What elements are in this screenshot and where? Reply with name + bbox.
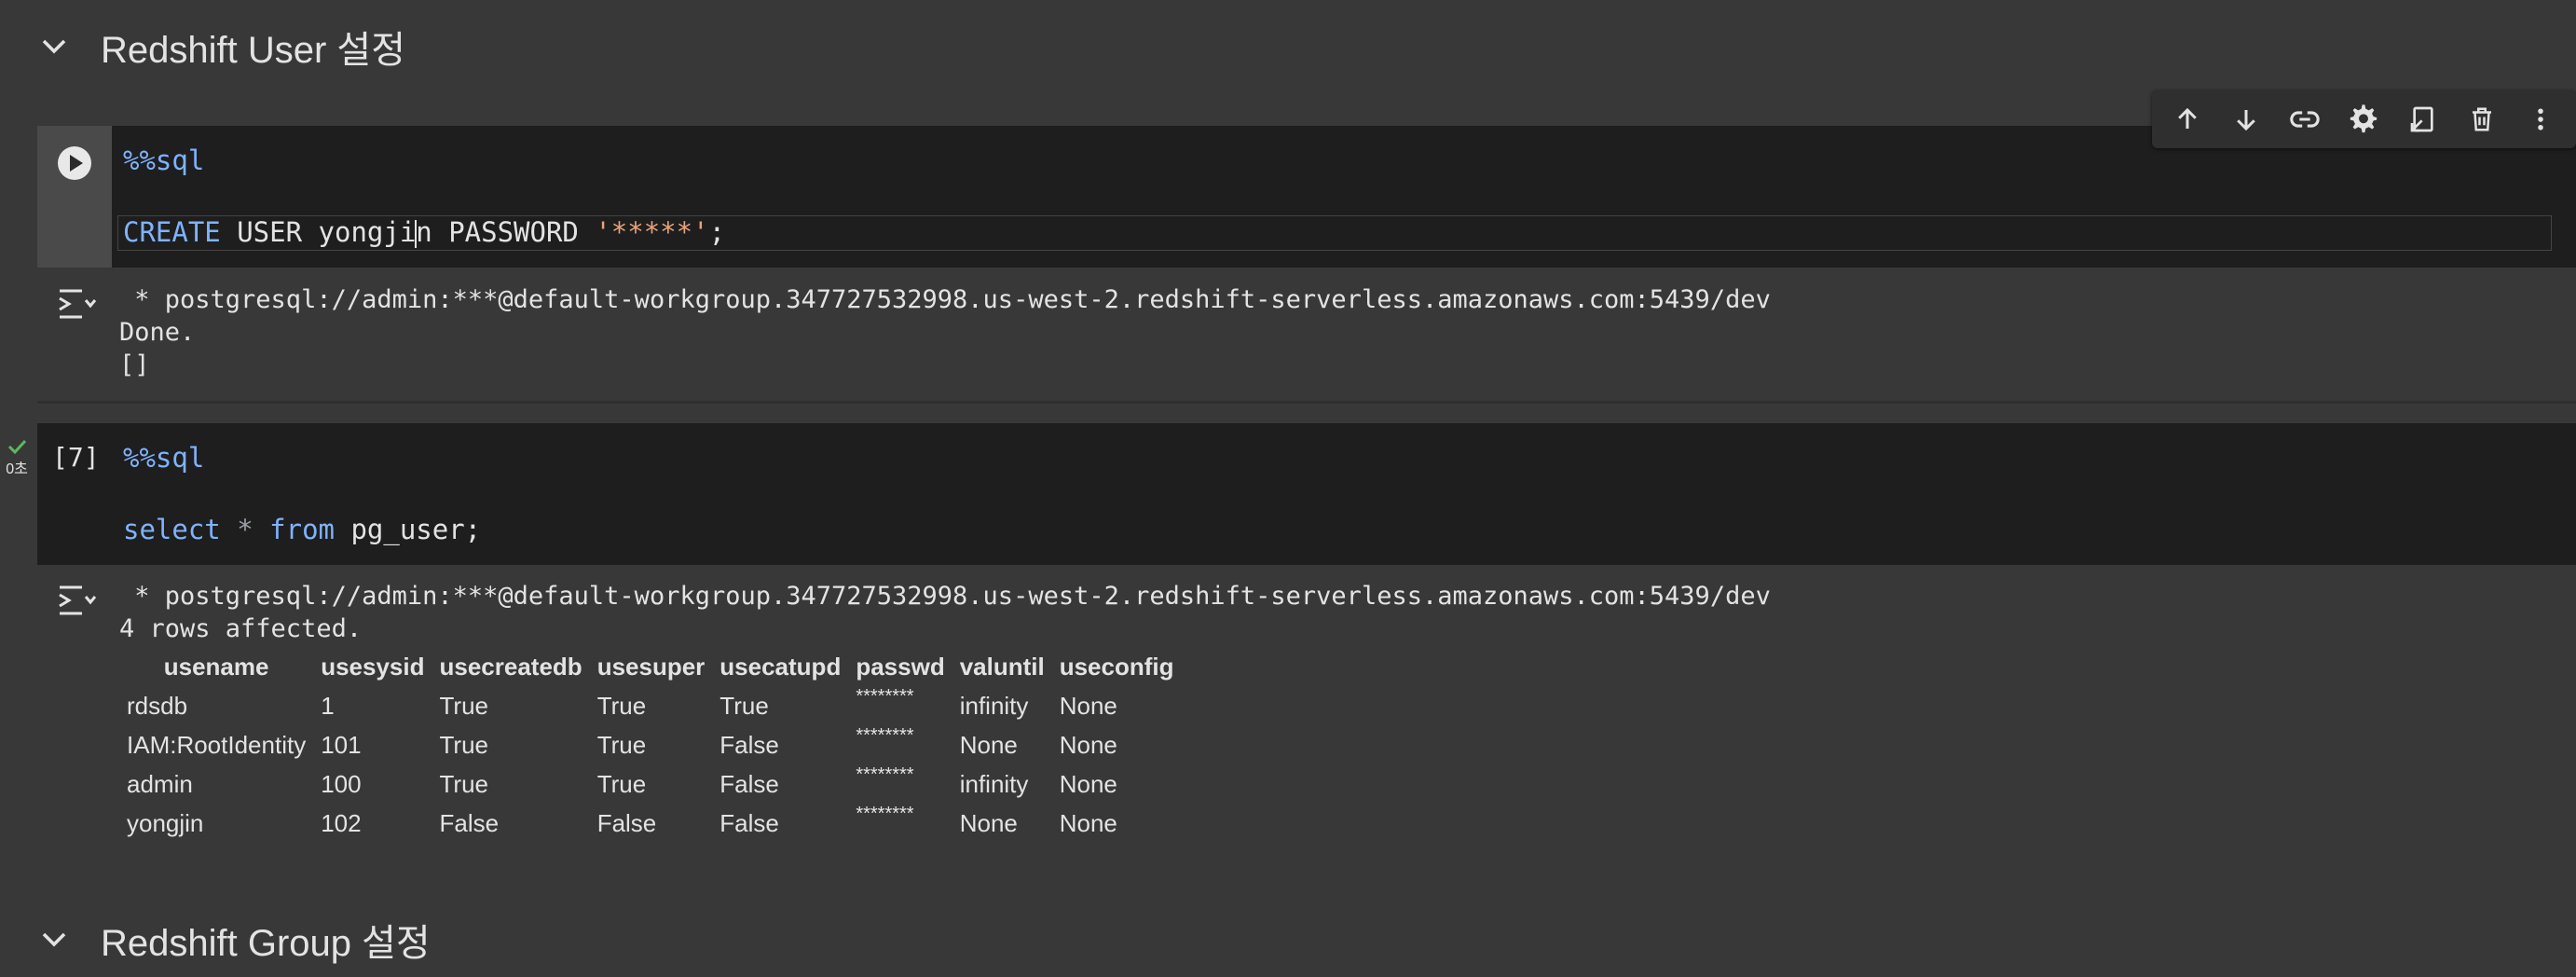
mirror-cell-button[interactable]	[2399, 95, 2447, 144]
section-title: Redshift User 설정	[101, 30, 406, 71]
table-row: yongjin 102 False False False ******** N…	[119, 804, 1182, 843]
table-row: admin 100 True True False ******** infin…	[119, 764, 1182, 804]
column-header: usesuper	[596, 652, 706, 681]
arrow-up-icon	[2177, 107, 2197, 129]
table-cell: True	[439, 691, 489, 720]
table-cell: None	[959, 730, 1018, 759]
cell-toolbar	[2152, 90, 2576, 148]
execution-time: 0초	[6, 461, 28, 477]
table-cell: 101	[321, 730, 362, 759]
column-header: usecatupd	[719, 652, 842, 681]
column-header: useconfig	[1059, 652, 1174, 681]
table-cell: True	[596, 730, 647, 759]
arrow-down-icon	[2237, 110, 2255, 131]
output-actions-icon[interactable]	[56, 283, 97, 324]
move-cell-down-button[interactable]	[2222, 95, 2270, 144]
table-cell: False	[719, 730, 779, 759]
column-header: valuntil	[959, 652, 1045, 681]
output-line: * postgresql://admin:***@default-workgro…	[119, 285, 1771, 314]
code-cell-2[interactable]: [7] %%sql select * from pg_user;	[37, 423, 2576, 565]
section-header-user: Redshift User 설정	[0, 9, 2576, 84]
code-line-select[interactable]: select * from pg_user;	[123, 514, 481, 545]
delete-cell-button[interactable]	[2458, 95, 2506, 144]
result-table: usename usesysid usecreatedb usesuper us…	[119, 647, 1182, 843]
table-cell: None	[1059, 730, 1117, 759]
code-line-magic[interactable]: %%sql	[123, 144, 204, 176]
table-cell: None	[959, 808, 1018, 837]
table-row: IAM:RootIdentity 101 True True False ***…	[119, 725, 1182, 764]
table-cell: ********	[856, 804, 914, 824]
mirror-cell-icon	[2410, 106, 2433, 132]
table-cell: infinity	[959, 691, 1029, 720]
column-header: usename	[163, 652, 269, 681]
cell-gutter	[37, 126, 112, 268]
output-line: Done.	[119, 318, 196, 347]
table-cell: None	[1059, 691, 1117, 720]
column-header: usecreatedb	[439, 652, 582, 681]
table-cell: True	[596, 691, 647, 720]
table-cell: 100	[321, 769, 362, 798]
table-cell: ********	[856, 764, 914, 785]
code-line-magic[interactable]: %%sql	[123, 442, 204, 474]
play-icon	[58, 146, 91, 180]
gear-icon	[2350, 104, 2377, 133]
delete-icon	[2473, 107, 2492, 131]
chevron-down-icon[interactable]	[35, 28, 73, 65]
move-cell-up-button[interactable]	[2163, 95, 2212, 144]
table-header-row: usename usesysid usecreatedb usesuper us…	[119, 647, 1182, 686]
chevron-down-icon[interactable]	[35, 921, 73, 958]
table-cell: False	[439, 808, 500, 837]
cell-settings-button[interactable]	[2339, 95, 2388, 144]
run-cell-button[interactable]	[56, 144, 93, 182]
table-cell: True	[439, 730, 489, 759]
table-cell: True	[596, 769, 647, 798]
code-line-create-user[interactable]: CREATE USER yongjin PASSWORD '*****';	[123, 216, 725, 248]
table-cell: None	[1059, 808, 1117, 837]
output-line: * postgresql://admin:***@default-workgro…	[119, 582, 1771, 611]
table-row: rdsdb 1 True True True ******** infinity…	[119, 686, 1182, 725]
link-cell-button[interactable]	[2281, 95, 2329, 144]
table-cell: rdsdb	[127, 691, 188, 720]
table-cell: admin	[127, 769, 193, 798]
table-cell: ********	[856, 725, 914, 746]
table-cell: None	[1059, 769, 1117, 798]
output-line: []	[119, 351, 150, 379]
table-cell: True	[719, 691, 769, 720]
cell-output-1: * postgresql://admin:***@default-workgro…	[37, 270, 2576, 404]
table-cell: 102	[321, 808, 362, 837]
table-cell: 1	[321, 691, 335, 720]
output-line: 4 rows affected.	[119, 614, 363, 643]
output-actions-icon[interactable]	[56, 580, 97, 621]
more-vert-icon	[2538, 108, 2544, 131]
execution-status: 0초	[0, 438, 34, 478]
link-icon	[2290, 111, 2320, 128]
section-header-group: Redshift Group 설정	[0, 902, 2576, 977]
table-cell: False	[596, 808, 657, 837]
more-actions-button[interactable]	[2516, 95, 2565, 144]
table-cell: yongjin	[127, 808, 204, 837]
column-header: usesysid	[321, 652, 425, 681]
table-cell: IAM:RootIdentity	[127, 730, 307, 759]
execution-count[interactable]: [7]	[52, 442, 100, 473]
section-title: Redshift Group 설정	[101, 923, 431, 964]
table-cell: True	[439, 769, 489, 798]
table-cell: False	[719, 769, 779, 798]
check-icon	[7, 439, 27, 455]
table-cell: False	[719, 808, 779, 837]
table-cell: ********	[856, 686, 914, 707]
table-cell: infinity	[959, 769, 1029, 798]
column-header: passwd	[856, 652, 945, 681]
